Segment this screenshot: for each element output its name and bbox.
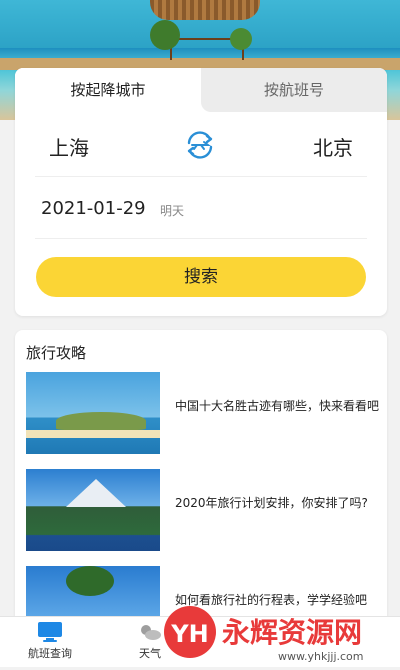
divider	[35, 238, 367, 239]
departure-city[interactable]: 上海	[49, 132, 89, 161]
flight-search-card: 按起降城市 按航班号 上海 北京 2021-01-29 明天 搜索	[15, 68, 387, 316]
tab-by-flight-number[interactable]: 按航班号	[201, 68, 387, 112]
search-mode-tabs: 按起降城市 按航班号	[15, 68, 387, 112]
article-title: 2020年旅行计划安排，你安排了吗?	[175, 496, 368, 510]
hero-plant	[150, 20, 180, 50]
hero-hut-roof	[150, 0, 260, 20]
article-title: 中国十大名胜古迹有哪些，快来看看吧	[175, 399, 380, 413]
watermark-logo: YH 永辉资源网 www.yhkjjj.com	[160, 602, 400, 666]
date-row[interactable]: 2021-01-29 明天	[15, 192, 387, 232]
tab-label: 航班查询	[28, 647, 72, 660]
monitor-icon	[37, 621, 63, 643]
svg-text:www.yhkjjj.com: www.yhkjjj.com	[278, 650, 364, 663]
svg-text:YH: YH	[170, 620, 208, 648]
svg-text:永辉资源网: 永辉资源网	[222, 616, 362, 649]
travel-guide-card: 旅行攻略 中国十大名胜古迹有哪些，快来看看吧 2020年旅行计划安排，你安排了吗…	[15, 330, 387, 630]
swap-cities-icon[interactable]	[183, 128, 217, 162]
list-item[interactable]: 中国十大名胜古迹有哪些，快来看看吧	[26, 372, 379, 454]
article-thumbnail	[26, 469, 160, 551]
search-button[interactable]: 搜索	[36, 257, 366, 297]
departure-date[interactable]: 2021-01-29	[41, 198, 146, 219]
article-thumbnail	[26, 372, 160, 454]
hero-plant	[230, 28, 252, 50]
section-title: 旅行攻略	[26, 344, 87, 362]
divider	[35, 176, 367, 177]
tab-flight-query[interactable]: 航班查询	[10, 621, 90, 665]
list-item[interactable]: 2020年旅行计划安排，你安排了吗?	[26, 469, 376, 551]
tab-by-city[interactable]: 按起降城市	[15, 68, 201, 112]
date-relative-label: 明天	[160, 204, 185, 218]
arrival-city[interactable]: 北京	[313, 132, 353, 161]
route-row: 上海 北京	[15, 124, 387, 168]
